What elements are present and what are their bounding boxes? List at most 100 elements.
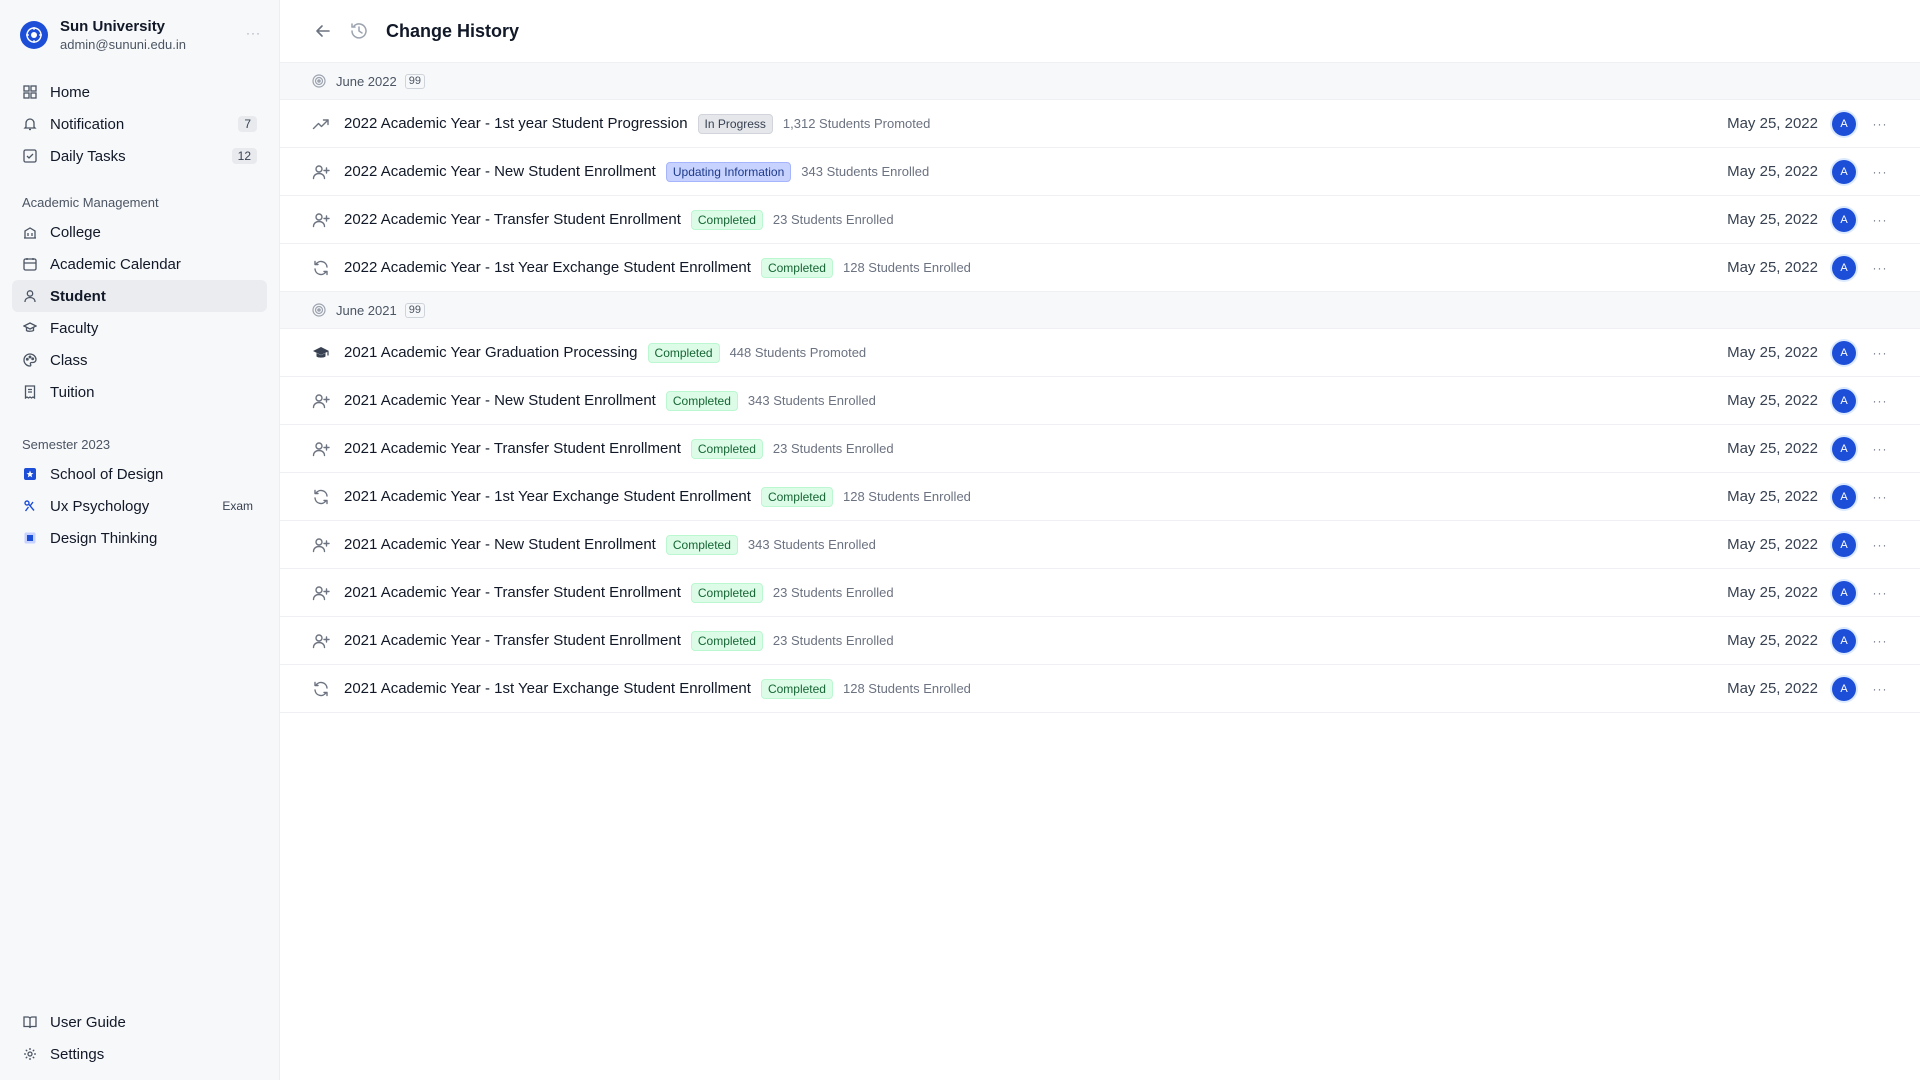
sidebar-item-design-thinking[interactable]: Design Thinking [12, 522, 267, 554]
row-date: May 25, 2022 [1727, 344, 1818, 361]
graduation-icon [22, 320, 38, 336]
sidebar-item-label: Home [50, 83, 91, 101]
more-options-icon[interactable]: ··· [1870, 487, 1890, 507]
receipt-icon [22, 384, 38, 400]
row-title: 2022 Academic Year - Transfer Student En… [344, 211, 681, 228]
more-options-icon[interactable]: ··· [1870, 258, 1890, 278]
history-row[interactable]: 2021 Academic Year - Transfer Student En… [280, 425, 1920, 473]
group-count-badge: 99 [404, 73, 425, 89]
avatar[interactable]: A [1832, 628, 1856, 653]
history-row[interactable]: 2021 Academic Year - New Student Enrollm… [280, 377, 1920, 425]
row-meta: 23 Students Enrolled [772, 585, 894, 600]
avatar[interactable]: A [1832, 388, 1856, 413]
avatar[interactable]: A [1832, 111, 1856, 136]
trend-up-icon [312, 115, 330, 133]
sidebar-item-class[interactable]: Class [12, 344, 267, 376]
sidebar-item-label: Notification [50, 115, 125, 133]
org-more-icon[interactable]: ··· [246, 26, 261, 40]
history-row[interactable]: 2022 Academic Year - Transfer Student En… [280, 196, 1920, 244]
more-options-icon[interactable]: ··· [1870, 535, 1890, 555]
row-meta: 343 Students Enrolled [747, 393, 876, 408]
sidebar-item-label: Tuition [50, 383, 95, 401]
more-options-icon[interactable]: ··· [1870, 343, 1890, 363]
org-email: admin@sununi.edu.in [60, 36, 186, 52]
row-date: May 25, 2022 [1727, 163, 1818, 180]
group-label: June 2021 [336, 302, 397, 318]
refresh-icon [312, 488, 330, 506]
history-row[interactable]: 2021 Academic Year - 1st Year Exchange S… [280, 665, 1920, 713]
back-arrow-icon[interactable] [312, 20, 334, 42]
sidebar-item-student[interactable]: Student [12, 280, 267, 312]
avatar[interactable]: A [1832, 484, 1856, 509]
row-title: 2022 Academic Year - New Student Enrollm… [344, 163, 656, 180]
user-plus-icon [312, 392, 330, 410]
more-options-icon[interactable]: ··· [1870, 679, 1890, 699]
row-date: May 25, 2022 [1727, 632, 1818, 649]
sidebar-item-ux-psychology[interactable]: Ux Psychology Exam [12, 490, 267, 522]
row-meta: 23 Students Enrolled [772, 633, 894, 648]
user-plus-icon [312, 163, 330, 181]
sidebar-item-faculty[interactable]: Faculty [12, 312, 267, 344]
history-row[interactable]: 2021 Academic Year - 1st Year Exchange S… [280, 473, 1920, 521]
avatar[interactable]: A [1832, 255, 1856, 280]
avatar[interactable]: A [1832, 340, 1856, 365]
row-meta: 448 Students Promoted [729, 345, 867, 360]
history-row[interactable]: 2021 Academic Year - Transfer Student En… [280, 569, 1920, 617]
avatar[interactable]: A [1832, 676, 1856, 701]
avatar[interactable]: A [1832, 580, 1856, 605]
row-meta: 128 Students Enrolled [842, 681, 971, 696]
count-badge: 7 [238, 116, 257, 132]
more-options-icon[interactable]: ··· [1870, 114, 1890, 134]
row-title: 2021 Academic Year - 1st Year Exchange S… [344, 680, 751, 697]
gear-icon [22, 1046, 38, 1062]
sidebar-item-school-of-design[interactable]: School of Design [12, 458, 267, 490]
more-options-icon[interactable]: ··· [1870, 210, 1890, 230]
graduation-cap-icon [312, 344, 330, 362]
sidebar-item-settings[interactable]: Settings [12, 1038, 267, 1070]
university-logo-icon [20, 21, 48, 49]
history-row[interactable]: 2022 Academic Year - 1st year Student Pr… [280, 100, 1920, 148]
avatar[interactable]: A [1832, 532, 1856, 557]
avatar[interactable]: A [1832, 159, 1856, 184]
checkbox-icon [22, 148, 38, 164]
history-row[interactable]: 2022 Academic Year - 1st Year Exchange S… [280, 244, 1920, 292]
more-options-icon[interactable]: ··· [1870, 439, 1890, 459]
sidebar-item-label: Faculty [50, 319, 99, 337]
sidebar-item-user-guide[interactable]: User Guide [12, 1006, 267, 1038]
org-switcher[interactable]: Sun University admin@sununi.edu.in ··· [12, 0, 267, 70]
row-date: May 25, 2022 [1727, 115, 1818, 132]
target-icon [312, 74, 326, 88]
refresh-icon [312, 680, 330, 698]
sidebar-item-daily-tasks[interactable]: Daily Tasks 12 [12, 140, 267, 172]
history-row[interactable]: 2021 Academic Year - Transfer Student En… [280, 617, 1920, 665]
row-date: May 25, 2022 [1727, 536, 1818, 553]
group-header: June 2021 99 [280, 292, 1920, 329]
sidebar-item-college[interactable]: College [12, 216, 267, 248]
history-row[interactable]: 2021 Academic Year - New Student Enrollm… [280, 521, 1920, 569]
more-options-icon[interactable]: ··· [1870, 391, 1890, 411]
history-row[interactable]: 2022 Academic Year - New Student Enrollm… [280, 148, 1920, 196]
sidebar-item-home[interactable]: Home [12, 76, 267, 108]
history-list: June 2022 99 2022 Academic Year - 1st year… [280, 63, 1920, 713]
avatar[interactable]: A [1832, 207, 1856, 232]
sidebar-item-academic-calendar[interactable]: Academic Calendar [12, 248, 267, 280]
sidebar-item-notification[interactable]: Notification 7 [12, 108, 267, 140]
status-badge: Completed [647, 342, 720, 363]
design-school-icon [22, 466, 38, 482]
avatar[interactable]: A [1832, 436, 1856, 461]
sidebar-item-tuition[interactable]: Tuition [12, 376, 267, 408]
more-options-icon[interactable]: ··· [1870, 631, 1890, 651]
history-row[interactable]: 2021 Academic Year Graduation Processing… [280, 329, 1920, 377]
status-badge: Completed [760, 486, 833, 507]
group-label: June 2022 [336, 73, 397, 89]
row-meta: 343 Students Enrolled [747, 537, 876, 552]
group-header: June 2022 99 [280, 63, 1920, 100]
more-options-icon[interactable]: ··· [1870, 583, 1890, 603]
row-title: 2022 Academic Year - 1st year Student Pr… [344, 115, 688, 132]
row-meta: 128 Students Enrolled [842, 260, 971, 275]
more-options-icon[interactable]: ··· [1870, 162, 1890, 182]
count-badge: 12 [231, 148, 257, 164]
building-icon [22, 224, 38, 240]
grid-icon [22, 84, 38, 100]
status-badge: Completed [665, 390, 738, 411]
